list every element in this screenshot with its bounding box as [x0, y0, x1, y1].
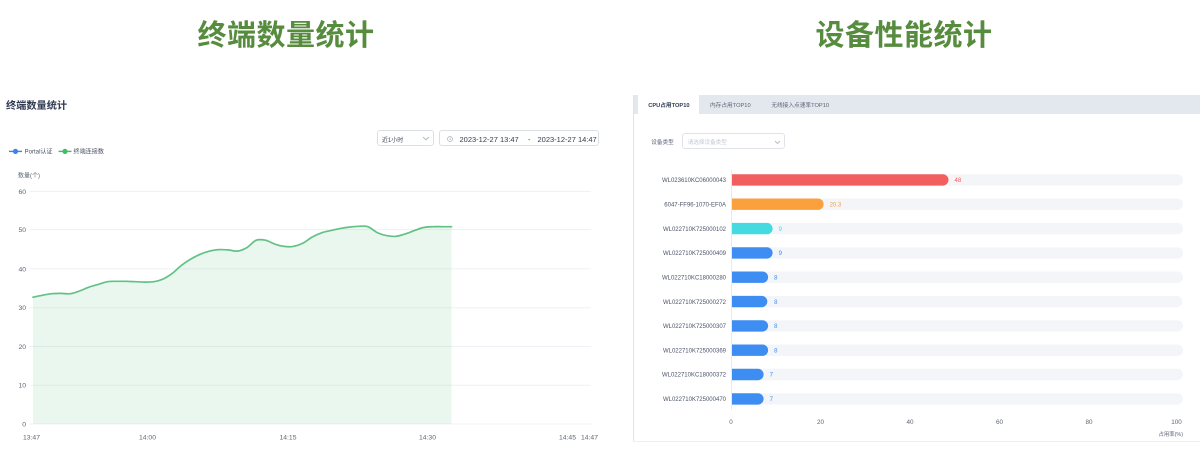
svg-text:占用率(%): 占用率(%) — [1158, 430, 1183, 438]
svg-text:WL022710KC18000372: WL022710KC18000372 — [662, 370, 727, 379]
svg-text:WL022710K725000102: WL022710K725000102 — [663, 224, 727, 233]
svg-text:20.3: 20.3 — [830, 199, 842, 208]
svg-text:48: 48 — [955, 175, 962, 184]
svg-text:40: 40 — [906, 417, 914, 426]
svg-text:WL022710K725000272: WL022710K725000272 — [663, 297, 727, 306]
svg-text:100: 100 — [1171, 417, 1182, 426]
svg-text:60: 60 — [996, 417, 1004, 426]
svg-text:WL022710KC18000280: WL022710KC18000280 — [662, 272, 727, 281]
svg-text:WL022710K725000369: WL022710K725000369 — [663, 345, 727, 354]
svg-text:WL022710K725000470: WL022710K725000470 — [663, 394, 727, 403]
svg-text:6047-FF96-1070-EF0A: 6047-FF96-1070-EF0A — [664, 199, 726, 208]
svg-text:20: 20 — [817, 417, 825, 426]
svg-text:80: 80 — [1085, 417, 1093, 426]
svg-text:WL023610KC06000043: WL023610KC06000043 — [662, 175, 727, 184]
svg-text:WL022710K725000307: WL022710K725000307 — [663, 321, 727, 330]
svg-text:0: 0 — [729, 417, 733, 426]
svg-text:WL022710K725000409: WL022710K725000409 — [663, 248, 727, 257]
